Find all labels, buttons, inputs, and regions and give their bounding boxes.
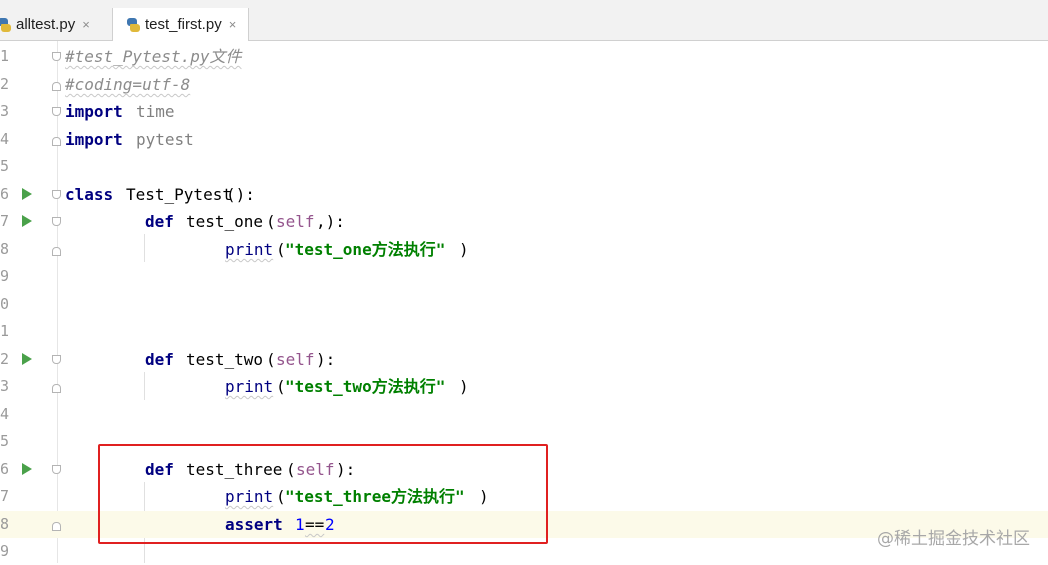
line-number: 9 (0, 267, 10, 285)
punctuation: (): (226, 185, 255, 204)
line-number: 4 (0, 405, 10, 423)
keyword: class (65, 185, 114, 204)
code-line[interactable]: 9 (0, 263, 1048, 290)
code-line[interactable]: 1 #test_Pytest.py文件 (0, 43, 1048, 70)
code-line[interactable]: 2 #coding=utf-8 (0, 71, 1048, 98)
line-number: 3 (0, 102, 10, 120)
keyword: import (65, 130, 123, 149)
line-number: 0 (0, 295, 10, 313)
code-line[interactable]: 5 (0, 153, 1048, 180)
punctuation: ( (266, 212, 276, 231)
tab-alltest[interactable]: alltest.py × (0, 8, 100, 41)
line-number: 6 (0, 185, 10, 203)
line-number: 5 (0, 432, 10, 450)
fold-marker-icon[interactable] (52, 190, 61, 199)
fold-marker-icon[interactable] (52, 247, 61, 256)
self-param: self (276, 350, 315, 369)
keyword: import (65, 102, 123, 121)
line-number: 7 (0, 212, 10, 230)
close-icon[interactable]: × (82, 17, 90, 32)
keyword: def (145, 350, 174, 369)
punctuation: ) (459, 377, 469, 396)
module-name: time (136, 102, 175, 121)
fold-marker-icon[interactable] (52, 107, 61, 116)
line-number: 3 (0, 377, 10, 395)
punctuation: ,): (316, 212, 345, 231)
line-number: 2 (0, 75, 10, 93)
tab-label: alltest.py (16, 16, 76, 33)
python-file-icon (125, 17, 141, 33)
code-text: #test_Pytest.py文件 (65, 47, 242, 66)
run-test-icon[interactable] (22, 353, 32, 365)
line-number: 6 (0, 460, 10, 478)
line-number: 7 (0, 487, 10, 505)
string-literal: "test_one方法执行" (285, 240, 446, 259)
highlight-annotation-box (98, 444, 548, 544)
line-number: 4 (0, 130, 10, 148)
fold-marker-icon[interactable] (52, 82, 61, 91)
tab-test-first[interactable]: test_first.py × (112, 8, 250, 42)
run-test-icon[interactable] (22, 188, 32, 200)
code-line[interactable]: 4 import pytest (0, 126, 1048, 153)
self-param: self (276, 212, 315, 231)
run-test-icon[interactable] (22, 463, 32, 475)
run-test-icon[interactable] (22, 215, 32, 227)
fold-marker-icon[interactable] (52, 217, 61, 226)
code-line[interactable]: 8 print ( "test_one方法执行" ) (0, 236, 1048, 263)
string-literal: "test_two方法执行" (285, 377, 446, 396)
builtin-print: print (225, 377, 274, 396)
line-number: 8 (0, 515, 10, 533)
function-name: test_one (186, 212, 264, 231)
code-line[interactable]: 6 class Test_Pytest (): (0, 181, 1048, 208)
code-text: #coding=utf-8 (65, 75, 191, 94)
code-line[interactable]: 4 (0, 401, 1048, 428)
code-line[interactable]: 2 def test_two ( self ): (0, 346, 1048, 373)
code-line[interactable]: 3 print ( "test_two方法执行" ) (0, 373, 1048, 400)
code-line[interactable]: 7 def test_one ( self ,): (0, 208, 1048, 235)
code-line[interactable]: 1 (0, 318, 1048, 345)
fold-marker-icon[interactable] (52, 137, 61, 146)
code-line[interactable]: 3 import time (0, 98, 1048, 125)
fold-marker-icon[interactable] (52, 465, 61, 474)
keyword: def (145, 212, 174, 231)
line-number: 9 (0, 542, 10, 560)
editor-tab-bar: alltest.py × test_first.py × (0, 0, 1048, 42)
fold-marker-icon[interactable] (52, 522, 61, 531)
function-name: test_two (186, 350, 264, 369)
line-number: 8 (0, 240, 10, 258)
close-icon[interactable]: × (229, 17, 237, 32)
python-file-icon (0, 17, 12, 33)
fold-marker-icon[interactable] (52, 52, 61, 61)
fold-marker-icon[interactable] (52, 355, 61, 364)
punctuation: ) (459, 240, 469, 259)
line-number: 5 (0, 157, 10, 175)
builtin-print: print (225, 240, 274, 259)
punctuation: ): (316, 350, 336, 369)
line-number: 1 (0, 47, 10, 65)
watermark: @稀土掘金技术社区 (877, 529, 1030, 549)
punctuation: ( (266, 350, 276, 369)
tab-label: test_first.py (145, 16, 222, 33)
class-name: Test_Pytest (126, 185, 232, 204)
line-number: 1 (0, 322, 10, 340)
module-name: pytest (136, 130, 194, 149)
line-number: 2 (0, 350, 10, 368)
code-line[interactable]: 0 (0, 291, 1048, 318)
fold-marker-icon[interactable] (52, 384, 61, 393)
